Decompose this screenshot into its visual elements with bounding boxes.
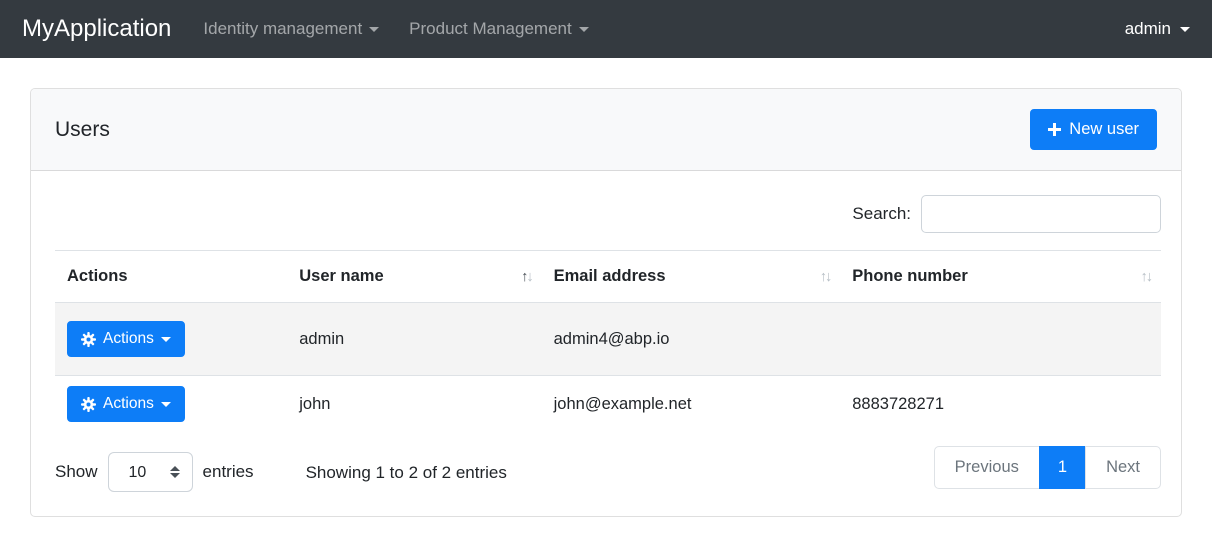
page-size-control: Show 10 entries (55, 452, 254, 492)
pagination-page-1[interactable]: 1 (1038, 446, 1087, 489)
table-row: Actions admin admin4@abp.io (55, 302, 1161, 376)
pagination-previous[interactable]: Previous (933, 446, 1040, 489)
column-header-phone[interactable]: Phone number ↑↓ (840, 250, 1161, 303)
pagination: Previous 1 Next (933, 446, 1161, 489)
nav-item-label: Identity management (203, 19, 363, 38)
table-info: Showing 1 to 2 of 2 entries (305, 463, 507, 482)
new-user-button[interactable]: New user (1030, 109, 1157, 150)
card-body: Search: Actions User name ↑↓ Email addre… (31, 171, 1181, 516)
cell-actions: Actions (55, 375, 288, 432)
cell-actions: Actions (55, 302, 288, 376)
column-label: Phone number (852, 267, 968, 285)
nav-menu: Identity management Product Management (203, 19, 1124, 39)
row-actions-label: Actions (103, 330, 154, 347)
top-navbar: MyApplication Identity management Produc… (0, 0, 1212, 58)
user-menu[interactable]: admin (1125, 19, 1190, 39)
table-body: Actions admin admin4@abp.io Actions john… (55, 302, 1161, 432)
sort-desc-icon: ↓ (1145, 268, 1153, 285)
page-title: Users (55, 117, 110, 141)
chevron-down-icon (160, 401, 171, 407)
sort-icon: ↑↓ (521, 268, 534, 285)
sort-icon: ↑↓ (820, 268, 833, 285)
row-actions-button[interactable]: Actions (67, 321, 185, 357)
user-menu-label: admin (1124, 19, 1171, 38)
gear-icon (81, 331, 96, 347)
search-row: Search: (55, 195, 1161, 233)
nav-item-product-management[interactable]: Product Management (409, 19, 589, 39)
sort-desc-icon: ↓ (824, 268, 832, 285)
card-header: Users New user (31, 89, 1181, 171)
cell-user-name: admin (287, 302, 542, 376)
table-row: Actions john john@example.net 8883728271 (55, 375, 1161, 432)
row-actions-button[interactable]: Actions (67, 386, 185, 422)
column-label: Actions (67, 267, 128, 285)
table-header-row: Actions User name ↑↓ Email address ↑↓ Ph… (55, 250, 1161, 303)
cell-user-name: john (287, 375, 542, 432)
plus-icon (1048, 123, 1062, 136)
chevron-down-icon (369, 26, 380, 32)
cell-email: john@example.net (541, 375, 841, 432)
show-label: Show (55, 462, 98, 481)
cell-email: admin4@abp.io (541, 302, 841, 376)
sort-desc-icon: ↓ (526, 268, 533, 285)
search-input[interactable] (921, 195, 1161, 233)
app-root: MyApplication Identity management Produc… (0, 0, 1212, 517)
column-label: User name (299, 267, 384, 285)
page-size-select-wrap: 10 (107, 452, 193, 492)
users-table: Actions User name ↑↓ Email address ↑↓ Ph… (55, 250, 1161, 432)
column-label: Email address (553, 267, 666, 285)
table-footer: Show 10 entries Showing 1 to 2 of 2 entr… (55, 444, 1161, 492)
entries-label: entries (202, 462, 254, 481)
nav-item-label: Product Management (409, 19, 572, 38)
sort-icon: ↑↓ (1141, 268, 1154, 285)
column-header-email[interactable]: Email address ↑↓ (541, 250, 841, 303)
column-header-user-name[interactable]: User name ↑↓ (287, 250, 542, 303)
nav-item-identity-management[interactable]: Identity management (203, 19, 380, 39)
gear-icon (81, 396, 96, 412)
new-user-button-label: New user (1069, 120, 1139, 138)
cell-phone (840, 302, 1161, 376)
cell-phone: 8883728271 (840, 375, 1161, 432)
chevron-down-icon (1180, 26, 1190, 32)
row-actions-label: Actions (103, 395, 154, 412)
main-content: Users New user Search: Actions User name… (0, 58, 1212, 517)
chevron-down-icon (160, 336, 171, 342)
chevron-down-icon (578, 26, 589, 32)
column-header-actions: Actions (55, 250, 288, 303)
table-header: Actions User name ↑↓ Email address ↑↓ Ph… (55, 250, 1161, 303)
users-card: Users New user Search: Actions User name… (30, 88, 1182, 517)
app-brand[interactable]: MyApplication (22, 15, 171, 43)
page-size-select[interactable]: 10 (107, 452, 193, 492)
pagination-next[interactable]: Next (1085, 446, 1161, 489)
search-label: Search: (852, 204, 911, 223)
